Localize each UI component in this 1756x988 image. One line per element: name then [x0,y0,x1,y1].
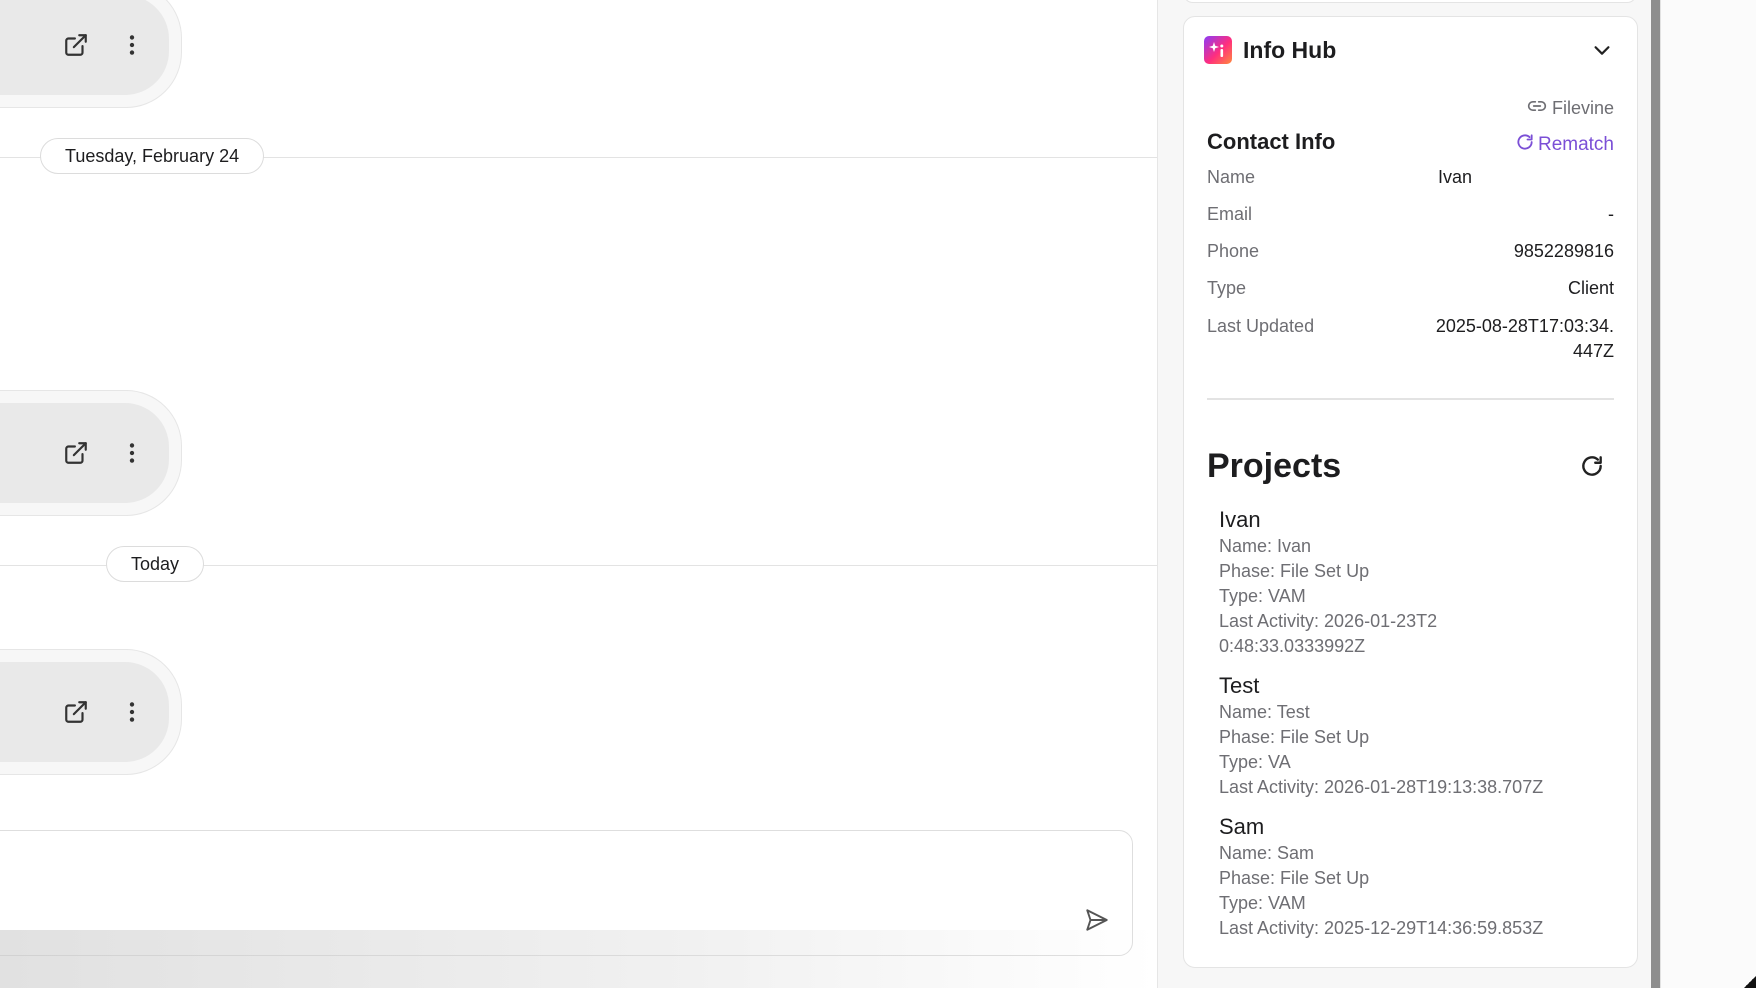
project-title: Ivan [1219,507,1261,532]
field-value: 2025-08-28T17:03:34.447Z [1435,316,1614,361]
project-item[interactable]: Sam Name: Sam Phase: File Set Up Type: V… [1219,813,1599,941]
info-hub-logo-icon [1204,36,1232,64]
project-phase: Phase: File Set Up [1219,561,1370,581]
rematch-button[interactable]: Rematch [1515,132,1614,158]
date-divider: Tuesday, February 24 [40,138,265,174]
project-type: Type: VAM [1219,586,1306,606]
more-vertical-icon[interactable] [117,30,147,60]
message-composer[interactable] [0,830,1133,956]
resize-corner [1744,976,1756,988]
project-name: Name: Test [1219,702,1310,722]
project-last-activity: Last Activity: 2025-12-29T14:36:59.853Z [1219,918,1544,938]
field-value: Ivan [1438,167,1473,187]
field-label: Type [1207,278,1247,298]
info-hub-header: Info Hub [1204,35,1617,65]
rematch-label: Rematch [1537,134,1614,155]
project-last-activity: Last Activity: 2026-01-23T20:48:33.03339… [1219,611,1438,656]
info-hub-title: Info Hub [1243,36,1337,63]
external-link-icon[interactable] [61,30,91,60]
refresh-icon[interactable] [1577,451,1607,481]
chevron-down-icon[interactable] [1587,35,1617,65]
message-bubble-body [0,403,169,503]
field-label: Last Updated [1207,316,1315,336]
refresh-icon [1515,132,1538,158]
filevine-link-label: Filevine [1551,98,1614,118]
panel-scrollbar[interactable] [1651,0,1660,988]
link-icon [1527,96,1552,121]
more-vertical-icon[interactable] [117,438,147,468]
external-link-icon[interactable] [61,438,91,468]
panel-top-card [1183,0,1637,3]
project-name: Name: Ivan [1219,536,1312,556]
project-phase: Phase: File Set Up [1219,727,1370,747]
project-item[interactable]: Test Name: Test Phase: File Set Up Type:… [1219,672,1599,800]
window-edge [1660,0,1756,988]
message-bubble [0,649,182,775]
field-label: Email [1207,204,1253,224]
field-value: - [1608,204,1614,224]
field-label: Phone [1207,241,1260,261]
date-divider: Today [106,546,205,582]
field-value: 9852289816 [1513,241,1614,261]
more-vertical-icon[interactable] [117,697,147,727]
projects-title: Projects [1207,447,1342,485]
message-bubble [0,390,182,516]
project-type: Type: VA [1219,752,1291,772]
section-divider [1207,398,1614,400]
field-label: Name [1207,167,1256,187]
message-bubble-body [0,662,169,762]
send-icon[interactable] [1082,905,1112,935]
external-link-icon[interactable] [61,697,91,727]
project-title: Test [1219,673,1260,698]
chat-area: Tuesday, February 24 Today [0,0,1157,988]
field-value: Client [1567,278,1614,298]
project-title: Sam [1219,814,1265,839]
contact-info-title: Contact Info [1207,129,1336,154]
project-item[interactable]: Ivan Name: Ivan Phase: File Set Up Type:… [1219,506,1599,659]
filevine-link[interactable]: Filevine [1527,96,1614,121]
message-bubble [0,0,182,108]
project-name: Name: Sam [1219,843,1315,863]
info-hub-card: Info Hub Filevine Contact Info Rematch N… [1183,16,1638,968]
project-type: Type: VAM [1219,893,1306,913]
project-phase: Phase: File Set Up [1219,868,1370,888]
project-last-activity: Last Activity: 2026-01-28T19:13:38.707Z [1219,777,1544,797]
message-bubble-body [0,0,169,95]
